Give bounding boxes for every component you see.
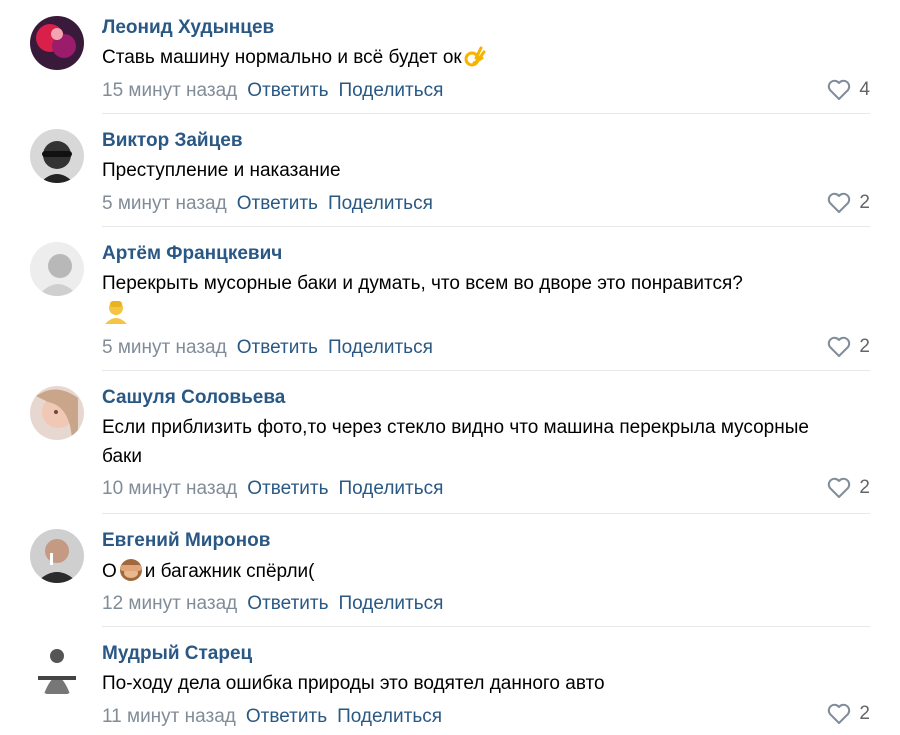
share-button[interactable]: Поделиться: [337, 706, 442, 727]
reply-button[interactable]: Ответить: [247, 478, 328, 499]
like-count: 2: [859, 192, 870, 213]
comment-text: Перекрыть мусорные баки и думать, что вс…: [102, 269, 840, 328]
comment-text: Преступление и наказание: [102, 160, 341, 181]
comment-time[interactable]: 11 минут назад: [102, 706, 236, 727]
comment-time[interactable]: 5 минут назад: [102, 193, 227, 214]
like-button[interactable]: 4: [827, 79, 870, 101]
heart-icon: [827, 703, 851, 725]
comment-item: Мудрый Старец По-ходу дела ошибка природ…: [0, 626, 900, 735]
comment-author[interactable]: Евгений Миронов: [102, 529, 270, 553]
comment-item: Артём Францкевич Перекрыть мусорные баки…: [0, 226, 900, 370]
see-no-evil-monkey-icon: [117, 556, 145, 582]
comment-text: Ои багажник спёрли(: [102, 556, 840, 586]
reply-button[interactable]: Ответить: [247, 593, 328, 614]
like-button[interactable]: 2: [827, 703, 870, 725]
comment-meta: 11 минут назад Ответить Поделиться: [102, 705, 442, 729]
divider: [102, 226, 870, 227]
comment-meta: 5 минут назад Ответить Поделиться: [102, 192, 433, 216]
share-button[interactable]: Поделиться: [328, 193, 433, 214]
comment-text-content: Ставь машину нормально и всё будет ок: [102, 47, 462, 68]
comment-meta: 10 минут назад Ответить Поделиться: [102, 477, 443, 501]
comment-item: Виктор Зайцев Преступление и наказание 5…: [0, 113, 900, 226]
comment-time[interactable]: 10 минут назад: [102, 478, 237, 499]
comment-author[interactable]: Виктор Зайцев: [102, 129, 243, 153]
avatar[interactable]: [30, 642, 84, 696]
heart-icon: [827, 192, 851, 214]
comment-time[interactable]: 15 минут назад: [102, 80, 237, 101]
like-button[interactable]: 2: [827, 192, 870, 214]
comment-text-content: Перекрыть мусорные баки и думать, что вс…: [102, 273, 743, 294]
reply-button[interactable]: Ответить: [246, 706, 327, 727]
divider: [102, 513, 870, 514]
like-count: 2: [859, 336, 870, 357]
share-button[interactable]: Поделиться: [339, 478, 444, 499]
share-button[interactable]: Поделиться: [328, 337, 433, 358]
comment-item: Леонид Худынцев Ставь машину нормально и…: [0, 0, 900, 113]
reply-button[interactable]: Ответить: [247, 80, 328, 101]
heart-icon: [827, 336, 851, 358]
heart-icon: [827, 79, 851, 101]
comment-author[interactable]: Артём Францкевич: [102, 242, 282, 266]
divider: [102, 370, 870, 371]
comment-meta: 5 минут назад Ответить Поделиться: [102, 336, 433, 360]
comment-text-before: О: [102, 561, 117, 582]
avatar[interactable]: [30, 129, 84, 183]
comment-item: Сашуля Соловьева Если приблизить фото,то…: [0, 370, 900, 513]
comment-author[interactable]: Леонид Худынцев: [102, 16, 274, 40]
avatar[interactable]: [30, 242, 84, 296]
comment-text: Если приблизить фото,то через стекло вид…: [102, 417, 809, 467]
like-button[interactable]: 2: [827, 336, 870, 358]
comment-meta: 12 минут назад Ответить Поделиться: [102, 592, 443, 616]
comment-time[interactable]: 12 минут назад: [102, 593, 237, 614]
like-count: 2: [859, 477, 870, 498]
ok-hand-icon: [462, 44, 486, 68]
share-button[interactable]: Поделиться: [339, 80, 444, 101]
comment-author[interactable]: Мудрый Старец: [102, 642, 252, 666]
share-button[interactable]: Поделиться: [339, 593, 444, 614]
avatar[interactable]: [30, 386, 84, 440]
avatar[interactable]: [30, 529, 84, 583]
like-button[interactable]: 2: [827, 477, 870, 499]
divider: [102, 113, 870, 114]
divider: [102, 626, 870, 627]
reply-button[interactable]: Ответить: [237, 337, 318, 358]
comment-item: Евгений Миронов Ои багажник спёрли( 12 м…: [0, 513, 900, 626]
reply-button[interactable]: Ответить: [237, 193, 318, 214]
comment-text: По-ходу дела ошибка природы это водятел …: [102, 673, 605, 694]
comment-time[interactable]: 5 минут назад: [102, 337, 227, 358]
comment-text-after: и багажник спёрли(: [144, 561, 315, 582]
heart-icon: [827, 477, 851, 499]
comment-text: Ставь машину нормально и всё будет ок: [102, 43, 840, 72]
like-count: 2: [859, 703, 870, 724]
like-count: 4: [859, 79, 870, 100]
comment-meta: 15 минут назад Ответить Поделиться: [102, 79, 443, 103]
person-blond-icon: [102, 298, 130, 324]
avatar[interactable]: [30, 16, 84, 70]
comment-author[interactable]: Сашуля Соловьева: [102, 386, 285, 410]
